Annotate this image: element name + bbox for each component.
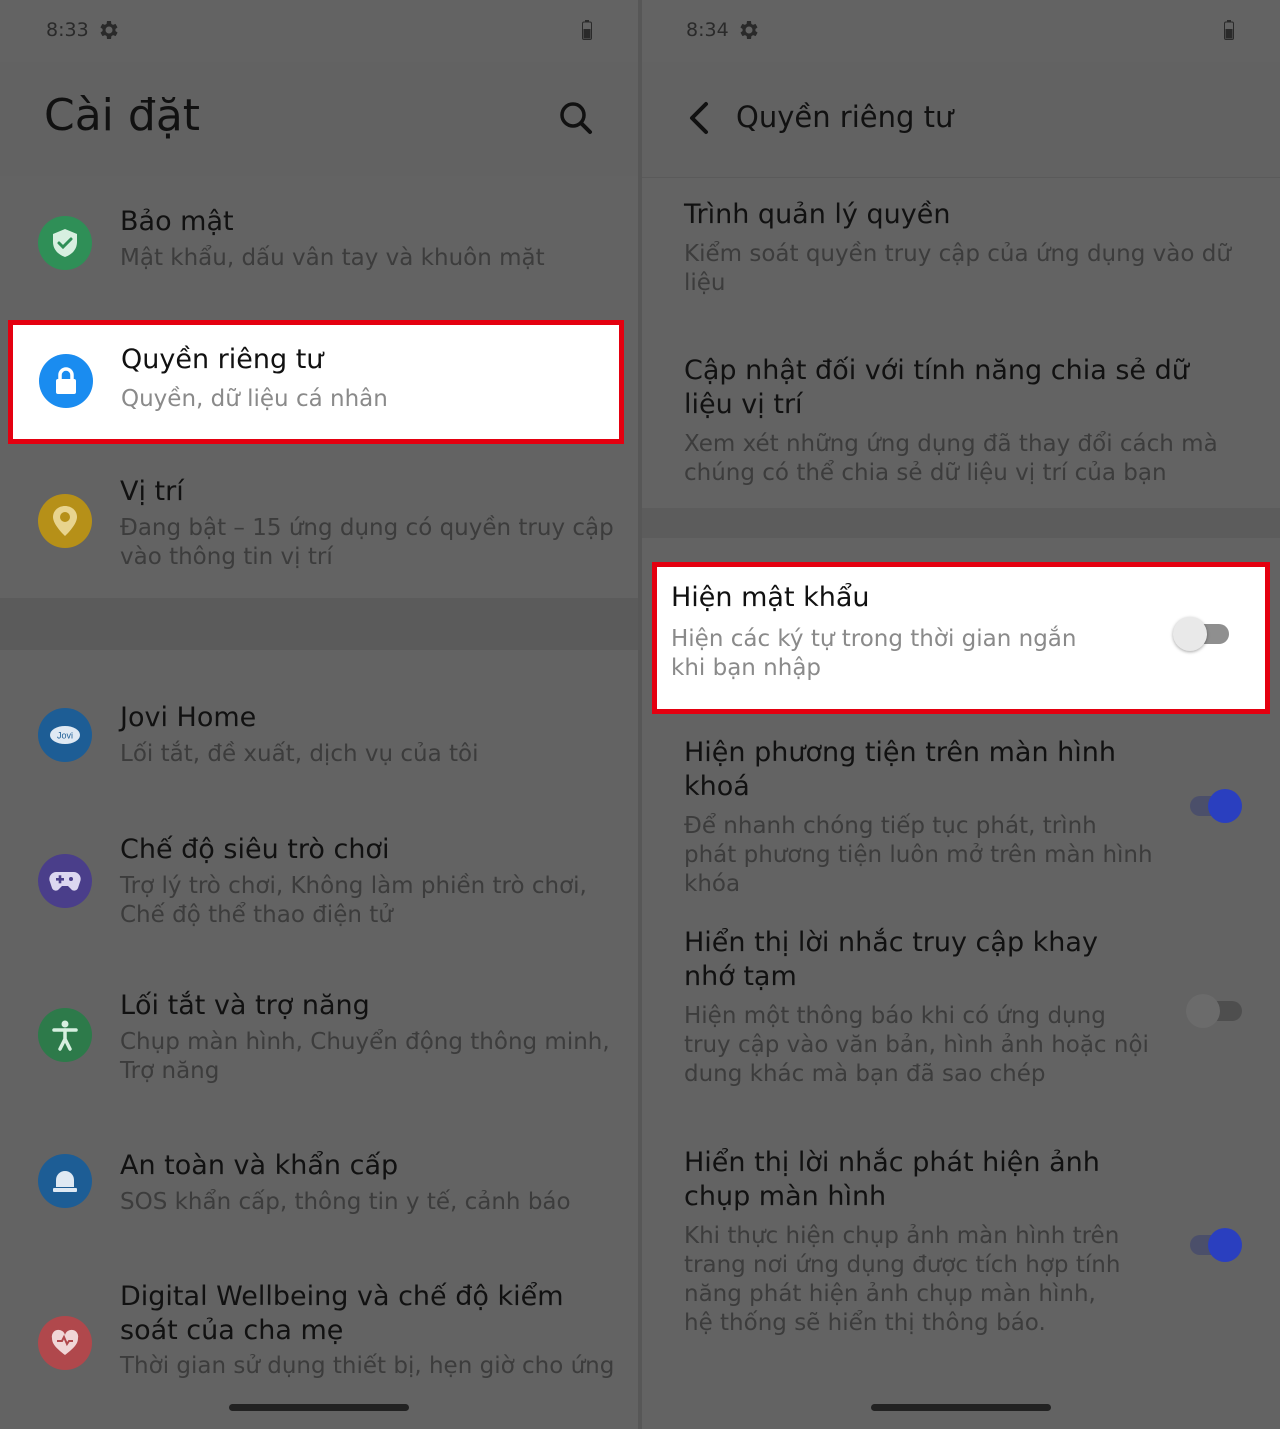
screenshot-detection-toggle[interactable] <box>1186 1226 1244 1262</box>
home-indicator[interactable] <box>871 1404 1051 1411</box>
privacy-screen: 8:34 Quyền riêng tư Trình quản lý quyền … <box>642 0 1280 1429</box>
status-time: 8:33 <box>46 19 89 41</box>
settings-item-subtitle: Trợ lý trò chơi, Không làm phiền trò chơ… <box>120 873 587 928</box>
settings-item-safety-emergency[interactable]: An toàn và khẩn cấp SOS khẩn cấp, thông … <box>0 1142 638 1252</box>
privacy-item-subtitle: Xem xét những ứng dụng đã thay đổi cách … <box>684 431 1218 486</box>
settings-item-title: Quyền riêng tư <box>121 344 324 375</box>
settings-item-game-mode[interactable]: Chế độ siêu trò chơi Trợ lý trò chơi, Kh… <box>0 826 638 956</box>
page-title: Quyền riêng tư <box>736 100 954 134</box>
location-pin-icon <box>38 494 92 548</box>
privacy-item-title: Trình quản lý quyền <box>684 199 951 230</box>
settings-item-digital-wellbeing[interactable]: Digital Wellbeing và chế độ kiểm soát củ… <box>0 1272 638 1388</box>
home-indicator[interactable] <box>229 1404 409 1411</box>
settings-item-shortcuts-accessibility[interactable]: Lối tắt và trợ năng Chụp màn hình, Chuyể… <box>0 982 638 1112</box>
battery-icon <box>582 20 592 40</box>
jovi-icon: Jovi <box>38 708 92 762</box>
settings-item-title: Bảo mật <box>120 206 234 237</box>
privacy-item-subtitle: Hiện một thông báo khi có ứng dụng truy … <box>684 1003 1149 1087</box>
privacy-header: Quyền riêng tư <box>642 62 1280 178</box>
toggle-knob <box>1186 994 1220 1028</box>
show-passwords-toggle[interactable] <box>1173 615 1231 651</box>
settings-item-location[interactable]: Vị trí Đang bật – 15 ứng dụng có quyền t… <box>0 466 638 586</box>
toggle-knob <box>1208 789 1242 823</box>
privacy-item-subtitle: Hiện các ký tự trong thời gian ngắn khi … <box>671 626 1077 681</box>
privacy-item-title: Hiển thị lời nhắc phát hiện ảnh chụp màn… <box>684 1147 1100 1212</box>
privacy-item-screenshot-detection[interactable]: Hiển thị lời nhắc phát hiện ảnh chụp màn… <box>684 1146 1150 1338</box>
settings-item-subtitle: Quyền, dữ liệu cá nhân <box>121 386 388 412</box>
lockscreen-media-toggle[interactable] <box>1186 787 1244 823</box>
lock-icon <box>39 354 93 408</box>
accessibility-icon <box>38 1008 92 1062</box>
privacy-item-lockscreen-media[interactable]: Hiện phương tiện trên màn hình khoá Để n… <box>684 736 1153 899</box>
settings-item-jovi-home[interactable]: Jovi Jovi Home Lối tắt, đề xuất, dịch vụ… <box>0 694 638 804</box>
heart-icon <box>38 1316 92 1370</box>
settings-item-title: Vị trí <box>120 476 184 507</box>
privacy-item-location-sharing-updates[interactable]: Cập nhật đối với tính năng chia sẻ dữ li… <box>684 354 1240 488</box>
settings-item-subtitle: Đang bật – 15 ứng dụng có quyền truy cập… <box>120 515 614 570</box>
privacy-item-subtitle: Kiểm soát quyền truy cập của ứng dụng và… <box>684 241 1231 296</box>
settings-item-subtitle: Thời gian sử dụng thiết bị, hẹn giờ cho … <box>120 1353 615 1379</box>
group-separator <box>0 598 638 650</box>
page-title: Cài đặt <box>44 90 201 141</box>
status-bar: 8:33 <box>0 0 638 62</box>
privacy-item-show-passwords[interactable]: Hiện mật khẩu Hiện các ký tự trong thời … <box>652 562 1270 714</box>
privacy-item-clipboard-access[interactable]: Hiển thị lời nhắc truy cập khay nhớ tạm … <box>684 926 1150 1089</box>
settings-item-security[interactable]: Bảo mật Mật khẩu, dấu vân tay và khuôn m… <box>0 196 638 306</box>
back-arrow-icon[interactable] <box>684 100 716 136</box>
settings-item-title: Digital Wellbeing và chế độ kiểm soát củ… <box>120 1281 564 1346</box>
toggle-knob <box>1173 617 1207 651</box>
settings-item-subtitle: SOS khẩn cấp, thông tin y tế, cảnh báo <box>120 1189 571 1215</box>
privacy-item-title: Hiện mật khẩu <box>671 582 870 613</box>
emergency-bell-icon <box>38 1154 92 1208</box>
settings-item-title: An toàn và khẩn cấp <box>120 1150 399 1181</box>
search-icon[interactable] <box>554 96 598 140</box>
privacy-item-permission-manager[interactable]: Trình quản lý quyền Kiểm soát quyền truy… <box>684 198 1240 298</box>
settings-item-privacy[interactable]: Quyền riêng tư Quyền, dữ liệu cá nhân <box>8 320 624 444</box>
shield-check-icon <box>38 216 92 270</box>
settings-item-title: Lối tắt và trợ năng <box>120 990 370 1021</box>
settings-item-title: Chế độ siêu trò chơi <box>120 834 390 865</box>
privacy-item-subtitle: Để nhanh chóng tiếp tục phát, trình phát… <box>684 813 1153 897</box>
settings-header: Cài đặt <box>0 62 638 176</box>
status-time: 8:34 <box>686 19 729 41</box>
settings-item-subtitle: Chụp màn hình, Chuyển động thông minh, T… <box>120 1029 610 1084</box>
settings-item-subtitle: Mật khẩu, dấu vân tay và khuôn mặt <box>120 245 545 271</box>
toggle-knob <box>1208 1228 1242 1262</box>
clipboard-access-toggle[interactable] <box>1186 992 1244 1028</box>
settings-item-subtitle: Lối tắt, đề xuất, dịch vụ của tôi <box>120 741 479 767</box>
privacy-item-title: Hiện phương tiện trên màn hình khoá <box>684 737 1116 802</box>
privacy-item-title: Cập nhật đối với tính năng chia sẻ dữ li… <box>684 355 1189 420</box>
privacy-item-subtitle: Khi thực hiện chụp ảnh màn hình trên tra… <box>684 1223 1121 1336</box>
battery-icon <box>1224 20 1234 40</box>
group-separator <box>642 508 1280 538</box>
privacy-item-title: Hiển thị lời nhắc truy cập khay nhớ tạm <box>684 927 1098 992</box>
gear-icon <box>100 21 118 39</box>
settings-screen: 8:33 Cài đặt Bảo mật Mật khẩu, dấu vân t… <box>0 0 638 1429</box>
settings-item-title: Jovi Home <box>120 702 257 733</box>
status-bar: 8:34 <box>642 0 1280 62</box>
jovi-icon-text: Jovi <box>57 731 73 741</box>
gamepad-icon <box>38 854 92 908</box>
gear-icon <box>740 21 758 39</box>
